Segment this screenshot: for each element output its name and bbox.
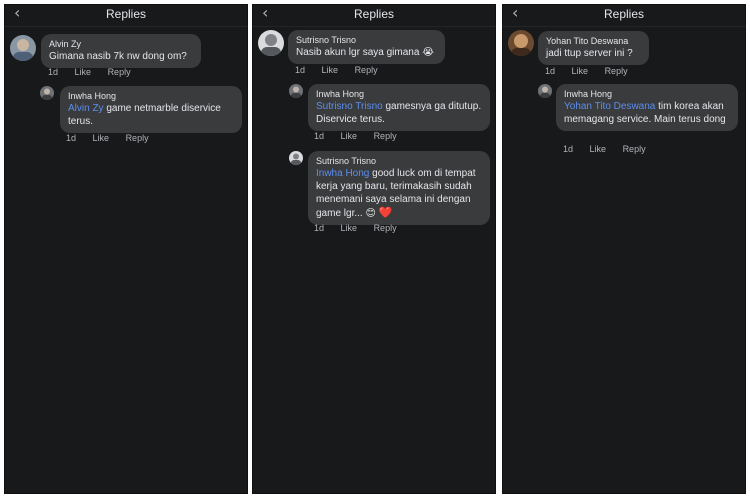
crying-face-emoji: 😭 (422, 47, 434, 58)
comment-time: 1d (545, 66, 556, 76)
reply-button[interactable]: Reply (355, 65, 378, 75)
comment-time: 1d (48, 67, 59, 77)
replies-panel-2: ‹ Replies Sutrisno Trisno Nasib akun lgr… (252, 4, 496, 494)
avatar[interactable] (10, 35, 36, 61)
mention-link[interactable]: Sutrisno Trisno (316, 101, 383, 112)
mention-link[interactable]: Alvin Zy (68, 103, 104, 114)
reply-bubble: Inwha Hong Sutrisno Trisno gamesnya ga d… (308, 84, 490, 131)
like-button[interactable]: Like (572, 66, 589, 76)
reply-button[interactable]: Reply (374, 131, 397, 141)
reply-actions: 1d Like Reply (314, 131, 411, 141)
avatar[interactable] (508, 30, 534, 56)
reply-author[interactable]: Inwha Hong (564, 88, 730, 100)
reply-actions: 1d Like Reply (563, 144, 660, 154)
avatar[interactable] (289, 84, 303, 98)
heart-emoji: ❤️ (378, 206, 393, 219)
reply-author[interactable]: Sutrisno Trisno (316, 155, 482, 167)
comment-author[interactable]: Sutrisno Trisno (296, 34, 437, 46)
reply-author[interactable]: Inwha Hong (68, 90, 234, 102)
reply-time: 1d (314, 131, 325, 141)
like-button[interactable]: Like (75, 67, 92, 77)
comment-actions: 1d Like Reply (295, 65, 392, 75)
top-bar: ‹ Replies (4, 4, 248, 27)
reply-button[interactable]: Reply (108, 67, 131, 77)
avatar[interactable] (538, 84, 552, 98)
like-button[interactable]: Like (322, 65, 339, 75)
top-bar: ‹ Replies (252, 4, 496, 27)
like-button[interactable]: Like (341, 131, 358, 141)
reply-time: 1d (563, 144, 574, 154)
reply-button[interactable]: Reply (605, 66, 628, 76)
comment-bubble: Sutrisno Trisno Nasib akun lgr saya gima… (288, 30, 445, 64)
page-title: Replies (105, 7, 147, 21)
comment-text: Gimana nasib 7k nw dong om? (49, 51, 187, 62)
top-bar: ‹ Replies (502, 4, 746, 27)
mention-link[interactable]: Inwha Hong (316, 168, 369, 179)
reply-actions: 1d Like Reply (66, 133, 163, 143)
smiling-face-emoji: 😊 (365, 208, 376, 219)
mention-link[interactable]: Yohan Tito Deswana (564, 101, 655, 112)
comment-author[interactable]: Alvin Zy (49, 38, 193, 50)
reply-button[interactable]: Reply (374, 223, 397, 233)
reply-time: 1d (314, 223, 325, 233)
like-button[interactable]: Like (341, 223, 358, 233)
reply-text: Sutrisno Trisno gamesnya ga ditutup. Dis… (316, 100, 482, 126)
reply-text: Yohan Tito Deswana tim korea akan memaga… (564, 100, 730, 126)
reply-text: Inwha Hong good luck om di tempat kerja … (316, 167, 482, 220)
reply-time: 1d (66, 133, 77, 143)
avatar[interactable] (289, 151, 303, 165)
comment-message: Nasib akun lgr saya gimana (296, 47, 420, 58)
comment-bubble: Yohan Tito Deswana jadi ttup server ini … (538, 31, 649, 65)
page-title: Replies (603, 7, 645, 21)
reply-bubble: Sutrisno Trisno Inwha Hong good luck om … (308, 151, 490, 225)
comment-text: Nasib akun lgr saya gimana 😭 (296, 46, 437, 59)
comment-text: jadi ttup server ini ? (546, 48, 633, 59)
like-button[interactable]: Like (93, 133, 110, 143)
reply-button[interactable]: Reply (623, 144, 646, 154)
replies-panel-3: ‹ Replies Yohan Tito Deswana jadi ttup s… (502, 4, 746, 494)
page-title: Replies (353, 7, 395, 21)
reply-button[interactable]: Reply (126, 133, 149, 143)
reply-text: Alvin Zy game netmarble diservice terus. (68, 102, 234, 128)
avatar[interactable] (258, 30, 284, 56)
avatar[interactable] (40, 86, 54, 100)
replies-panel-1: ‹ Replies Alvin Zy Gimana nasib 7k nw do… (4, 4, 248, 494)
comment-actions: 1d Like Reply (48, 67, 145, 77)
comment-actions: 1d Like Reply (545, 66, 642, 76)
reply-actions: 1d Like Reply (314, 223, 411, 233)
comment-time: 1d (295, 65, 306, 75)
like-button[interactable]: Like (590, 144, 607, 154)
comment-bubble: Alvin Zy Gimana nasib 7k nw dong om? (41, 34, 201, 68)
reply-author[interactable]: Inwha Hong (316, 88, 482, 100)
reply-bubble: Inwha Hong Yohan Tito Deswana tim korea … (556, 84, 738, 131)
comment-author[interactable]: Yohan Tito Deswana (546, 35, 641, 47)
reply-bubble: Inwha Hong Alvin Zy game netmarble diser… (60, 86, 242, 133)
